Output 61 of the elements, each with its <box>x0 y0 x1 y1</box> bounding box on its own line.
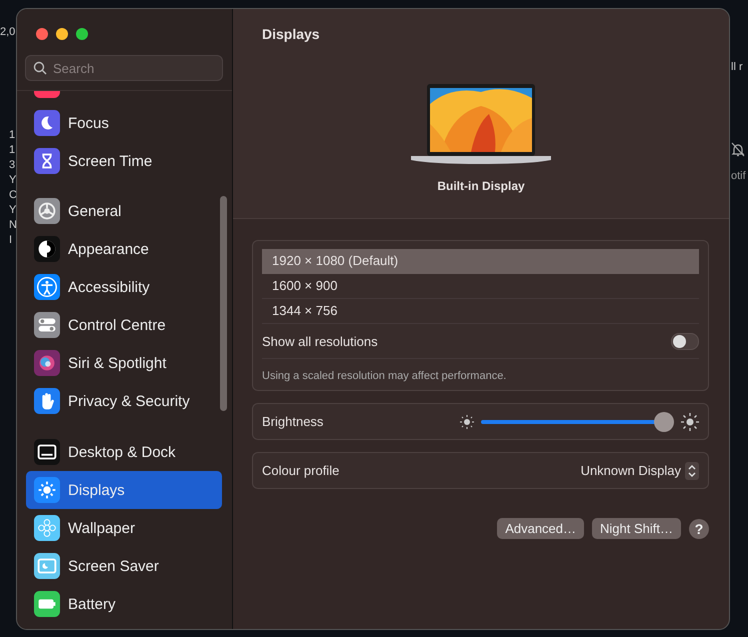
sidebar-item[interactable]: Control Centre <box>26 306 222 344</box>
hand-icon <box>34 388 60 414</box>
sidebar-item[interactable]: Appearance <box>26 230 222 268</box>
close-button[interactable] <box>36 28 48 40</box>
background-text: Y <box>9 173 17 188</box>
note-text: Using a scaled resolution may affect performance. <box>262 369 508 382</box>
help-button[interactable]: ? <box>689 518 709 538</box>
dock-icon <box>34 439 60 465</box>
sidebar-item[interactable]: Privacy & Security <box>26 382 222 420</box>
search-field[interactable]: Search <box>25 55 223 81</box>
setting-label: Show all resolutions <box>262 334 378 348</box>
sidebar-item[interactable]: Wallpaper <box>26 509 222 547</box>
background-text: 1 <box>9 128 16 143</box>
sidebar-item[interactable]: Accessibility <box>26 268 222 306</box>
resolution-option[interactable]: 1600 × 900 <box>262 274 699 299</box>
muted-bell-icon <box>731 142 745 158</box>
sidebar-item[interactable]: General <box>26 192 222 230</box>
appearance-icon <box>34 236 60 262</box>
resolution-option[interactable]: 1344 × 756 <box>262 299 699 324</box>
stepper-icon <box>685 462 699 480</box>
background-text: 2,0 <box>0 25 16 40</box>
accessibility-icon <box>34 274 60 300</box>
sidebar-item[interactable]: Siri & Spotlight <box>26 344 222 382</box>
background-text: I <box>9 233 14 248</box>
dialog-button[interactable]: Night Shift… <box>592 518 681 539</box>
flower-icon <box>34 515 60 541</box>
profile-popup[interactable]: Unknown Display <box>580 462 699 480</box>
background-text: 1 <box>9 143 16 158</box>
resolution-option[interactable]: 1920 × 1080 (Default) <box>262 249 699 274</box>
page-title: Displays <box>262 26 320 42</box>
sidebar-item[interactable]: Desktop & Dock <box>26 433 222 471</box>
minimize-button[interactable] <box>56 28 68 40</box>
setting-label: Brightness <box>262 414 324 429</box>
dialog-button[interactable]: Advanced… <box>497 518 584 539</box>
display-name: Built-in Display <box>437 179 525 193</box>
battery-icon <box>34 591 60 617</box>
toggle-switch[interactable] <box>671 332 699 350</box>
background-text: C <box>9 188 17 203</box>
background-text: N <box>9 218 17 233</box>
bright-sun-icon <box>681 412 699 430</box>
gear-icon <box>34 198 60 224</box>
background-text: Y <box>9 203 17 218</box>
sidebar-item[interactable]: Screen Saver <box>26 547 222 585</box>
screen-icon <box>34 553 60 579</box>
toggles-icon <box>34 312 60 338</box>
dim-sun-icon <box>459 414 475 430</box>
scrollbar[interactable] <box>220 196 227 411</box>
sun-icon <box>34 477 60 503</box>
setting-label: Colour profile <box>262 463 340 478</box>
sidebar-item[interactable]: Battery <box>26 585 222 623</box>
background-text: ll r <box>731 60 743 75</box>
sidebar-item[interactable]: Displays <box>26 471 222 509</box>
zoom-button[interactable] <box>76 28 88 40</box>
moon-icon <box>34 110 60 136</box>
background-text: otif <box>731 169 746 184</box>
background-text: 3 <box>9 158 16 173</box>
sidebar-item[interactable]: Focus <box>26 104 222 142</box>
hourglass-icon <box>34 148 60 174</box>
orb-icon <box>34 350 60 376</box>
brightness-slider[interactable] <box>481 410 675 432</box>
sidebar-item[interactable]: Screen Time <box>26 142 222 180</box>
